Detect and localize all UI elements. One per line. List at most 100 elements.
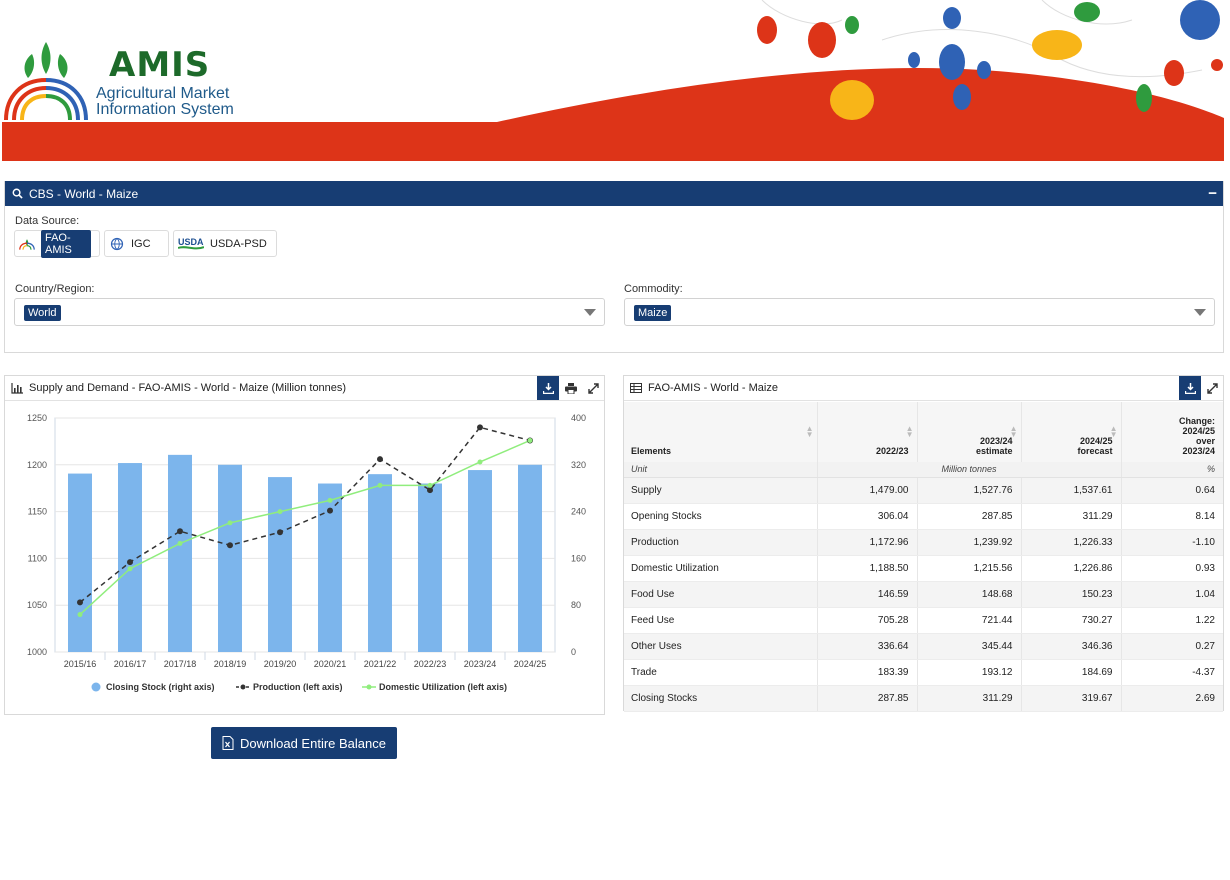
cell-2024-25: 1,226.86 [1021, 555, 1122, 582]
brand-subtitle-line2: Information System [96, 101, 234, 118]
data-source-igc[interactable]: IGC [104, 230, 169, 257]
cell-change: 0.27 [1121, 633, 1223, 660]
x-axis-tick-label: 2024/25 [514, 659, 547, 669]
sort-icon: ▲ ▼ [805, 424, 814, 439]
minus-icon[interactable]: − [1208, 185, 1217, 202]
commodity-select[interactable]: Maize [624, 298, 1215, 326]
domestic-utilization-point [427, 482, 433, 488]
table-panel-header: FAO-AMIS - World - Maize [624, 376, 1223, 401]
legend-production-dot [240, 684, 246, 690]
cell-2022-23: 146.59 [817, 581, 918, 608]
expand-icon[interactable] [1201, 376, 1223, 400]
brand-name: AMIS [109, 45, 211, 85]
cbs-panel-title: CBS - World - Maize [29, 186, 139, 201]
cbs-panel-header[interactable]: CBS - World - Maize − [5, 181, 1223, 206]
cell-element: Other Uses [624, 633, 818, 660]
table-panel: FAO-AMIS - World - Maize ▲ ▼ Elements ▲ ▼ 20… [623, 375, 1224, 712]
closing-stock-bar [368, 474, 392, 652]
data-source-label-usda-psd: USDA-PSD [210, 237, 267, 250]
cell-2024-25: 150.23 [1021, 581, 1122, 608]
x-axis-tick-label: 2022/23 [414, 659, 447, 669]
download-button-label: Download Entire Balance [240, 735, 386, 751]
cell-2023-24: 311.29 [917, 685, 1022, 712]
bar-chart-icon [11, 382, 23, 394]
data-source-label-fao-amis: FAO-AMIS [40, 229, 91, 258]
print-icon[interactable] [560, 376, 582, 400]
cell-2022-23: 287.85 [817, 685, 918, 712]
download-icon[interactable] [537, 376, 559, 400]
legend-closing-stock-marker [91, 682, 101, 692]
sort-icon: ▲ ▼ [1109, 424, 1118, 439]
right-axis-tick-label: 320 [571, 460, 586, 470]
usda-logo-icon: USDA [178, 237, 204, 249]
col-header-change[interactable]: Change: 2024/25 over 2023/24 [1121, 402, 1223, 462]
cell-2022-23: 1,172.96 [817, 529, 918, 556]
cell-change: 0.93 [1121, 555, 1223, 582]
legend-domestic-utilization-label: Domestic Utilization (left axis) [379, 682, 507, 692]
chart-panel: Supply and Demand - FAO-AMIS - World - M… [4, 375, 605, 715]
left-axis-tick-label: 1050 [27, 600, 47, 610]
domestic-utilization-point [477, 459, 483, 465]
igc-globe-icon [110, 237, 124, 250]
download-entire-balance-button[interactable]: Download Entire Balance [211, 727, 397, 759]
fao-amis-logo-icon [19, 238, 35, 250]
closing-stock-bar [68, 473, 92, 652]
table-header-row: ▲ ▼ Elements ▲ ▼ 2022/23 ▲ ▼ 2023/24 estimate ▲… [624, 402, 1223, 462]
unit-row: Unit Million tonnes % [624, 462, 1223, 478]
legend-production-label: Production (left axis) [253, 682, 343, 692]
closing-stock-bar [468, 470, 492, 652]
data-source-fao-amis[interactable]: FAO-AMIS [14, 229, 100, 258]
col-header-elements[interactable]: ▲ ▼ Elements [624, 402, 818, 462]
production-point [327, 507, 333, 514]
col-header-2024-25[interactable]: ▲ ▼ 2024/25 forecast [1021, 402, 1122, 462]
left-axis-tick-label: 1250 [27, 413, 47, 423]
cell-2023-24: 1,239.92 [917, 529, 1022, 556]
cell-2023-24: 193.12 [917, 659, 1022, 686]
closing-stock-bar [418, 483, 442, 652]
domestic-utilization-point [277, 509, 283, 515]
expand-icon[interactable] [582, 376, 604, 400]
supply-demand-chart: 1000 1050 1100 1150 1200 1250 0 80 160 240 320 400 2… [27, 413, 586, 692]
table-row: Domestic Utilization 1,188.50 1,215.56 1,22… [624, 555, 1223, 582]
data-source-label: Data Source: [15, 215, 80, 227]
col-header-2022-23[interactable]: ▲ ▼ 2022/23 [817, 402, 918, 462]
cell-2023-24: 148.68 [917, 581, 1022, 608]
country-select[interactable]: World [14, 298, 605, 326]
cell-change: 8.14 [1121, 503, 1223, 530]
production-point [177, 528, 183, 535]
production-point [427, 487, 433, 494]
right-axis-tick-label: 400 [571, 413, 586, 423]
data-source-usda-psd[interactable]: USDA USDA-PSD [173, 230, 277, 257]
cell-2024-25: 1,537.61 [1021, 477, 1122, 504]
download-icon[interactable] [1179, 376, 1201, 400]
commodity-chip: Maize [634, 305, 672, 321]
cell-element: Trade [624, 659, 818, 686]
closing-stock-bar [518, 464, 542, 652]
col-header-2023-24[interactable]: ▲ ▼ 2023/24 estimate [917, 402, 1022, 462]
chevron-down-icon [1194, 309, 1206, 316]
cell-2022-23: 705.28 [817, 607, 918, 634]
table-row: Supply 1,479.00 1,527.76 1,537.61 0.64 [624, 477, 1223, 504]
cell-2024-25: 730.27 [1021, 607, 1122, 634]
cell-2022-23: 183.39 [817, 659, 918, 686]
unit-value: Million tonnes [817, 462, 1122, 478]
unit-label: Unit [624, 462, 818, 478]
x-axis-tick-label: 2021/22 [364, 659, 397, 669]
legend-closing-stock-label: Closing Stock (right axis) [106, 682, 215, 692]
domestic-utilization-line [79, 439, 531, 616]
cell-2024-25: 184.69 [1021, 659, 1122, 686]
cell-change: 1.22 [1121, 607, 1223, 634]
search-icon [12, 188, 23, 199]
production-point [477, 424, 483, 431]
cbs-table: ▲ ▼ Elements ▲ ▼ 2022/23 ▲ ▼ 2023/24 estimate ▲… [624, 402, 1223, 712]
header-banner: AMIS Agricultural Market Information Sys… [2, 0, 1224, 161]
cell-2022-23: 1,479.00 [817, 477, 918, 504]
cell-2022-23: 336.64 [817, 633, 918, 660]
data-source-label-igc: IGC [131, 237, 151, 250]
excel-file-icon [222, 736, 234, 750]
x-axis-tick-label: 2018/19 [214, 659, 247, 669]
left-axis-tick-label: 1100 [28, 553, 47, 563]
left-axis-tick-label: 1150 [28, 507, 47, 517]
cell-change: 0.64 [1121, 477, 1223, 504]
cell-element: Feed Use [624, 607, 818, 634]
